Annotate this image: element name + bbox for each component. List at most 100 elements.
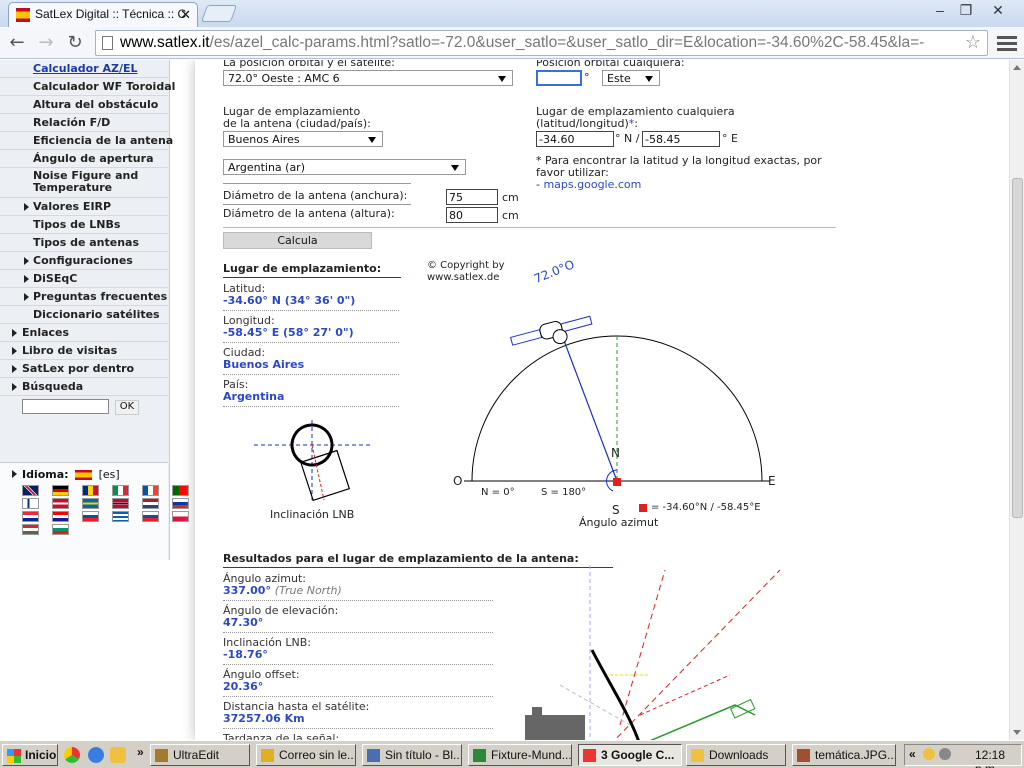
sidebar-item[interactable]: Calculador WF Toroidal [0,78,175,96]
longitude-input[interactable]: -58.45 [642,131,720,147]
language-flag-icon[interactable] [142,498,159,509]
taskbar-task[interactable]: 3 Google C... [578,744,682,766]
clock-quicklaunch-icon[interactable] [110,747,126,763]
minimize-icon[interactable]: – [926,2,954,20]
chevron-right-icon [12,383,17,391]
satellite-select[interactable]: 72.0° Oeste : AMC 6 [223,70,513,86]
language-flag-icon[interactable] [52,485,69,496]
width-input[interactable]: 75 [446,189,498,205]
language-flag-icon[interactable] [22,524,39,535]
taskbar-task[interactable]: Sin título - Bl... [362,744,462,766]
tray-clock-icon[interactable] [923,748,935,760]
chrome-quicklaunch-icon[interactable] [64,747,80,763]
language-flag-icon[interactable] [172,498,189,509]
orbital-any-input[interactable] [536,70,582,86]
scroll-thumb[interactable] [1012,178,1023,518]
sidebar-item[interactable]: DiSEqC [0,270,168,288]
language-flag-icon[interactable] [52,511,69,522]
sidebar-item-label: DiSEqC [33,272,78,285]
language-flag-icon[interactable] [22,511,39,522]
search-input[interactable] [22,399,109,414]
city-value: Buenos Aires [228,133,300,146]
sidebar-item[interactable]: SatLex por dentro [0,360,168,378]
copyright-2: www.satlex.de [427,272,500,283]
sidebar-item[interactable]: Tipos de antenas [0,234,168,252]
sidebar-item[interactable]: Valores EIRP [0,198,168,216]
city-select[interactable]: Buenos Aires [223,131,383,147]
scroll-down-icon[interactable] [1013,730,1021,735]
language-flag-icon[interactable] [172,485,189,496]
taskbar-task[interactable]: Downloads [686,744,786,766]
tray-speaker-icon[interactable] [939,748,951,760]
language-flag-icon[interactable] [112,485,129,496]
direction-select[interactable]: Este [602,70,660,86]
delay-key: Tardanza de la señal: [223,732,340,740]
language-flag-icon[interactable] [22,485,39,496]
legend-marker [639,504,647,512]
sidebar-item[interactable]: Relación F/D [0,114,168,132]
overflow-chevron-icon[interactable]: » [137,745,144,759]
country-select[interactable]: Argentina (ar) [223,159,466,175]
taskbar-task[interactable]: UltraEdit [150,744,250,766]
bookmark-star-icon[interactable]: ☆ [965,32,981,53]
url-host: www.satlex.it [120,34,210,51]
width-label: Diámetro de la antena (anchura): [223,189,408,202]
language-flag-icon[interactable] [112,498,129,509]
address-bar[interactable]: www.satlex.it/es/azel_calc-params.html?s… [95,30,988,56]
language-flag-icon[interactable] [22,498,39,509]
chevron-right-icon [24,257,29,265]
vertical-scrollbar[interactable] [1009,60,1024,740]
sidebar-item[interactable]: Preguntas frecuentes [0,288,168,306]
language-flag-icon[interactable] [142,485,159,496]
back-icon[interactable]: ← [6,32,28,54]
reload-icon[interactable]: ↻ [64,32,86,54]
start-button[interactable]: Inicio [2,744,58,766]
latitude-input[interactable]: -34.60 [536,131,614,147]
close-window-icon[interactable]: ✕ [984,2,1012,20]
maps-link[interactable]: maps.google.com [543,178,641,191]
sidebar-item[interactable]: Noise Figure and Temperature [0,168,168,198]
search-ok-button[interactable]: OK [115,400,139,415]
language-flag-icon[interactable] [52,498,69,509]
browser-tab[interactable]: SatLex Digital :: Técnica :: C ✕ [8,2,198,27]
taskbar-task[interactable]: temática.JPG... [792,744,896,766]
chrome-menu-icon[interactable] [997,33,1017,53]
forward-icon[interactable]: → [35,32,57,54]
sidebar-item[interactable]: Búsqueda [0,378,168,396]
scroll-up-icon[interactable] [1013,65,1021,70]
restore-icon[interactable]: ❐ [952,2,980,20]
sidebar-item[interactable]: Eficiencia de la antena [0,132,173,150]
sidebar-item[interactable]: Configuraciones [0,252,168,270]
taskbar-task[interactable]: Correo sin le... [256,744,356,766]
language-flag-icon[interactable] [142,511,159,522]
sidebar-item[interactable]: Enlaces [0,324,168,342]
any-site-label-text: (latitud/longitud) [536,117,629,130]
ie-quicklaunch-icon[interactable] [88,747,104,763]
language-flag-icon[interactable] [172,511,189,522]
tray-chevron-icon[interactable]: « [909,747,916,761]
chevron-right-icon [24,203,29,211]
sidebar-item[interactable]: Diccionario satélites [0,306,168,324]
any-site-label-2: (latitud/longitud)*: [536,117,639,130]
sidebar-item[interactable]: Tipos de LNBs [0,216,168,234]
sidebar-item[interactable]: Calculador AZ/EL [0,60,168,78]
language-flag-icon[interactable] [82,511,99,522]
calculate-button[interactable]: Calcula [223,232,372,249]
language-flag-icon[interactable] [52,524,69,535]
clock: 12:18 p.m. [975,748,1006,768]
search-row: OK [0,396,168,418]
spain-flag-icon[interactable] [75,470,93,480]
height-input[interactable]: 80 [446,207,498,223]
sidebar-item[interactable]: Ángulo de apertura [0,150,168,168]
satellite-value: 72.0° Oeste : AMC 6 [228,72,340,85]
language-flag-icon[interactable] [82,498,99,509]
sidebar-item-label: Valores EIRP [33,200,112,213]
new-tab-button[interactable] [200,5,238,22]
close-tab-icon[interactable]: ✕ [180,7,191,23]
language-flag-icon[interactable] [112,511,129,522]
sidebar-item[interactable]: Libro de visitas [0,342,168,360]
sidebar-item-label: Tipos de antenas [33,236,140,249]
sidebar-item[interactable]: Altura del obstáculo [0,96,168,114]
taskbar-task[interactable]: Fixture-Mund... [468,744,572,766]
language-flag-icon[interactable] [82,485,99,496]
